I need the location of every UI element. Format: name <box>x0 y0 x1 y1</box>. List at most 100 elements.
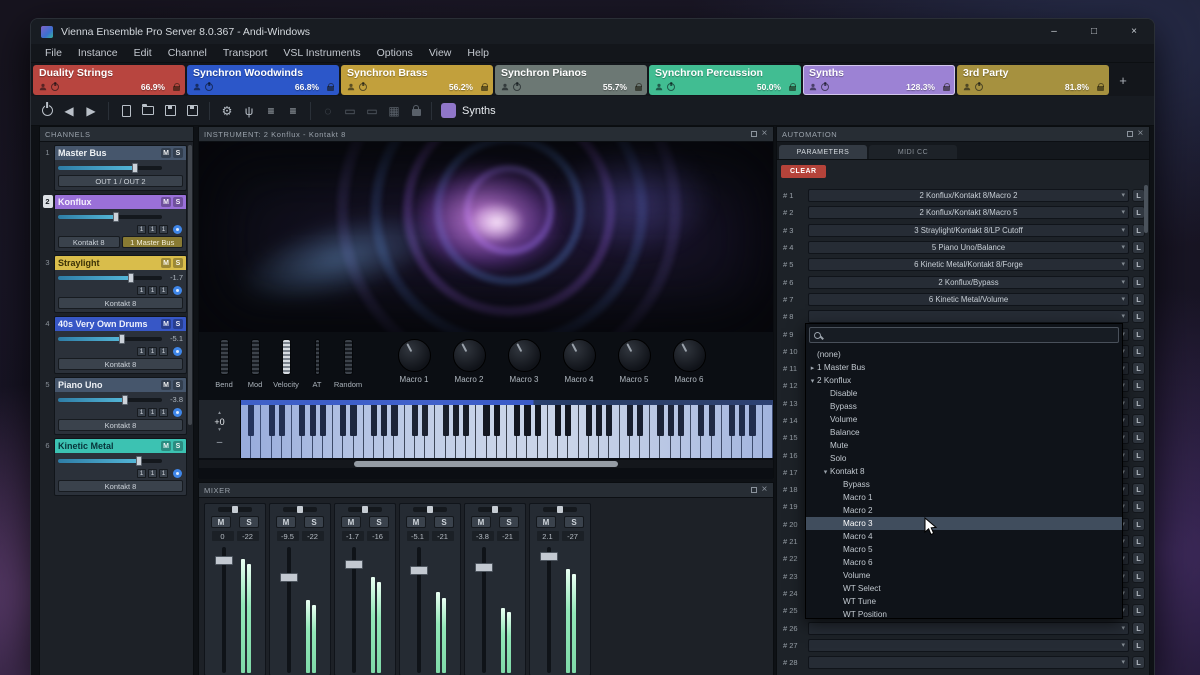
piano-black-key[interactable] <box>248 405 254 436</box>
power-icon[interactable] <box>667 83 675 91</box>
latch-button[interactable]: L <box>1132 276 1145 289</box>
solo-button[interactable]: S <box>239 516 259 528</box>
power-icon[interactable] <box>975 83 983 91</box>
piano-black-key[interactable] <box>391 405 397 436</box>
menu-item-transport[interactable]: Transport <box>215 45 276 61</box>
midi-setting-box[interactable]: 1 <box>148 286 157 295</box>
pan-slider[interactable] <box>543 507 577 512</box>
piano-black-key[interactable] <box>535 405 541 436</box>
save-icon[interactable] <box>160 100 180 122</box>
piano-black-key[interactable] <box>739 405 745 436</box>
channel-header[interactable]: Master Bus MS <box>55 146 186 160</box>
latch-button[interactable]: L <box>1132 466 1145 479</box>
menu-item-vsl-instruments[interactable]: VSL Instruments <box>275 45 368 61</box>
tree-item[interactable]: Macro 6 <box>806 556 1122 569</box>
mute-button[interactable]: M <box>161 319 171 329</box>
fader-track[interactable] <box>287 547 291 673</box>
parameter-dropdown[interactable]: 2 Konflux/Kontakt 8/Macro 2▾ <box>808 189 1129 202</box>
gain-value[interactable]: -1.7 <box>342 531 364 541</box>
volume-handle[interactable] <box>122 395 128 405</box>
volume-slider[interactable] <box>58 459 162 463</box>
fader-handle[interactable] <box>540 552 558 561</box>
tree-item[interactable]: ▾ Kontakt 8 <box>806 465 1122 478</box>
tree-item[interactable]: Bypass <box>806 478 1122 491</box>
channel-strip[interactable]: 6 Kinetic Metal MS 111 Kontakt 8 <box>42 438 187 496</box>
latch-button[interactable]: L <box>1132 397 1145 410</box>
parameter-dropdown[interactable]: ▾ <box>808 639 1129 652</box>
mixer-strip[interactable]: MS -3.8-21 <box>464 503 526 675</box>
midi-setting-box[interactable]: 1 <box>159 225 168 234</box>
menu-item-file[interactable]: File <box>37 45 70 61</box>
tree-expand-icon[interactable]: ▸ <box>808 364 817 372</box>
volume-handle[interactable] <box>128 273 134 283</box>
menu-item-edit[interactable]: Edit <box>126 45 160 61</box>
pan-handle[interactable] <box>297 506 303 513</box>
midi-setting-box[interactable]: 1 <box>137 225 146 234</box>
fader-handle[interactable] <box>475 563 493 572</box>
piano-black-key[interactable] <box>586 405 592 436</box>
lock-icon[interactable] <box>481 86 488 91</box>
volume-handle[interactable] <box>113 212 119 222</box>
lock-icon[interactable] <box>635 86 642 91</box>
piano-black-key[interactable] <box>678 405 684 436</box>
pan-handle[interactable] <box>232 506 238 513</box>
midi-setting-box[interactable]: 1 <box>137 347 146 356</box>
instance-tab[interactable]: Duality Strings 66.9% <box>33 65 185 95</box>
clear-button[interactable]: CLEAR <box>781 165 826 178</box>
wheel-random[interactable]: Random <box>339 339 357 389</box>
piano-black-key[interactable] <box>350 405 356 436</box>
volume-handle[interactable] <box>119 334 125 344</box>
tree-expand-icon[interactable]: ▾ <box>808 377 817 385</box>
plugin-button[interactable]: Kontakt 8 <box>58 480 183 492</box>
channel-header[interactable]: 40s Very Own Drums MS <box>55 317 186 331</box>
menu-item-options[interactable]: Options <box>369 45 421 61</box>
undock-icon[interactable] <box>1127 131 1133 137</box>
tree-item[interactable]: Solo <box>806 452 1122 465</box>
back-icon[interactable]: ◀ <box>59 100 79 122</box>
fader-handle[interactable] <box>345 560 363 569</box>
close-icon[interactable]: × <box>762 485 768 495</box>
latch-button[interactable]: L <box>1132 535 1145 548</box>
piano-black-key[interactable] <box>565 405 571 436</box>
mute-button[interactable]: M <box>161 197 171 207</box>
solo-button[interactable]: S <box>304 516 324 528</box>
piano-black-key[interactable] <box>668 405 674 436</box>
parameter-dropdown[interactable]: ▾ <box>808 310 1129 323</box>
solo-button[interactable]: S <box>499 516 519 528</box>
menu-item-help[interactable]: Help <box>459 45 497 61</box>
midi-setting-box[interactable]: 1 <box>137 469 146 478</box>
tree-item[interactable]: WT Select <box>806 582 1122 595</box>
piano-black-key[interactable] <box>494 405 500 436</box>
latch-button[interactable]: L <box>1132 293 1145 306</box>
menu-item-instance[interactable]: Instance <box>70 45 126 61</box>
channel-strip[interactable]: 1 Master Bus MS OUT 1 / OUT 2 <box>42 145 187 191</box>
volume-slider[interactable] <box>58 276 162 280</box>
mixer-strip[interactable]: MS -5.1-21 <box>399 503 461 675</box>
tree-item[interactable]: WT Tune <box>806 595 1122 608</box>
midi-setting-box[interactable]: 1 <box>137 286 146 295</box>
undock-icon[interactable] <box>751 131 757 137</box>
lock-icon[interactable] <box>327 86 334 91</box>
latch-button[interactable]: L <box>1132 518 1145 531</box>
piano-black-key[interactable] <box>637 405 643 436</box>
instance-tab[interactable]: Synths 128.3% <box>803 65 955 95</box>
plugin-button[interactable]: Kontakt 8 <box>58 419 183 431</box>
tree-item[interactable]: Macro 2 <box>806 504 1122 517</box>
parameter-dropdown[interactable]: 6 Kinetic Metal/Volume▾ <box>808 293 1129 306</box>
gain-value[interactable]: -5.1 <box>407 531 429 541</box>
tree-item[interactable]: Balance <box>806 426 1122 439</box>
power-icon[interactable] <box>359 83 367 91</box>
piano-black-key[interactable] <box>463 405 469 436</box>
tree-expand-icon[interactable]: ▾ <box>821 468 830 476</box>
lock-icon[interactable] <box>789 86 796 91</box>
solo-button[interactable]: S <box>173 197 183 207</box>
pan-slider[interactable] <box>413 507 447 512</box>
latch-button[interactable]: L <box>1132 345 1145 358</box>
tree-item[interactable]: Macro 4 <box>806 530 1122 543</box>
parameter-dropdown[interactable]: 5 Piano Uno/Balance▾ <box>808 241 1129 254</box>
mixer-strip[interactable]: MS -9.5-22 <box>269 503 331 675</box>
latch-button[interactable]: L <box>1132 431 1145 444</box>
solo-button[interactable]: S <box>173 148 183 158</box>
parameter-dropdown[interactable]: 2 Konflux/Bypass▾ <box>808 276 1129 289</box>
piano-black-key[interactable] <box>483 405 489 436</box>
